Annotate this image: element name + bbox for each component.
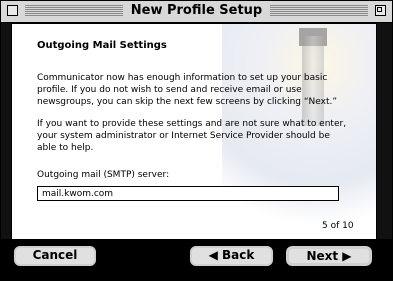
help-paragraph: If you want to provide these settings an… (37, 119, 347, 153)
setup-window: New Profile Setup Outgoing Mail Settings… (0, 0, 393, 281)
cancel-button[interactable]: Cancel (14, 246, 96, 266)
next-button[interactable]: Next ▶ (285, 245, 373, 267)
section-title: Outgoing Mail Settings (37, 40, 167, 51)
title-bar[interactable]: New Profile Setup (1, 1, 392, 23)
page-counter: 5 of 10 (322, 221, 354, 231)
content-panel: Outgoing Mail Settings Communicator now … (11, 23, 377, 240)
back-button[interactable]: ◀ Back (190, 246, 273, 266)
smtp-server-input[interactable] (37, 186, 339, 201)
smtp-label: Outgoing mail (SMTP) server: (37, 170, 170, 180)
intro-paragraph: Communicator now has enough information … (37, 73, 338, 107)
window-title: New Profile Setup (1, 3, 392, 18)
